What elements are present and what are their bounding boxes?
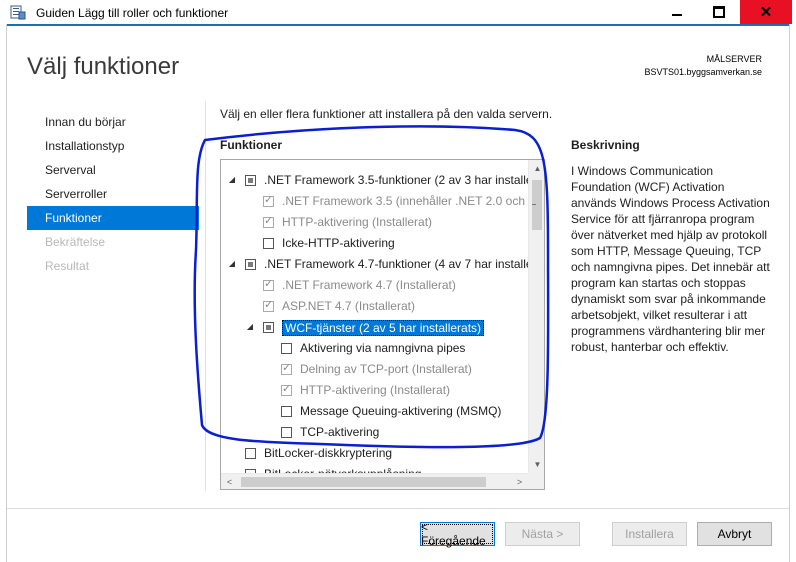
expand-collapse-icon[interactable]: ◢ <box>245 322 255 332</box>
features-header: Funktioner <box>220 138 282 152</box>
scrollbar-corner <box>528 473 544 489</box>
feature-checkbox[interactable] <box>281 343 292 354</box>
feature-label: ASP.NET 4.7 (Installerat) <box>282 299 415 313</box>
title-bar: Guiden Lägg till roller och funktioner ✕ <box>0 0 796 26</box>
horizontal-scroll-thumb[interactable] <box>241 477 486 487</box>
description-text: I Windows Communication Foundation (WCF)… <box>571 164 770 354</box>
feature-row[interactable]: Aktivering via namngivna pipes <box>221 338 528 359</box>
install-button: Installera <box>612 522 687 546</box>
nav-item-server-selection[interactable]: Serverval <box>27 158 199 182</box>
close-button[interactable]: ✕ <box>740 0 792 24</box>
scroll-grip <box>532 204 536 205</box>
nav-item-server-roles[interactable]: Serverroller <box>27 182 199 206</box>
vertical-scrollbar[interactable]: ▲ ▼ <box>528 160 544 473</box>
features-tree[interactable]: ◢ .NET Framework 3.5-funktioner (2 av 3 h… <box>220 159 545 490</box>
feature-label: HTTP-aktivering (Installerat) <box>282 215 433 229</box>
maximize-button[interactable] <box>698 0 740 24</box>
scroll-left-icon[interactable]: < <box>221 474 238 489</box>
minimize-button[interactable] <box>656 0 698 24</box>
feature-row[interactable]: ◢ .NET Framework 4.7-funktioner (4 av 7 h… <box>221 254 528 275</box>
feature-row[interactable]: .NET Framework 3.5 (innehåller .NET 2.0 … <box>221 191 528 212</box>
nav-item-results: Resultat <box>45 259 90 273</box>
expand-collapse-icon[interactable]: ◢ <box>227 175 237 185</box>
feature-row[interactable]: Delning av TCP-port (Installerat) <box>221 359 528 380</box>
feature-label: Delning av TCP-port (Installerat) <box>300 362 472 376</box>
feature-row[interactable]: BitLocker-diskkryptering <box>221 443 528 464</box>
feature-row[interactable]: ◢ .NET Framework 3.5-funktioner (2 av 3 h… <box>221 170 528 191</box>
feature-label: HTTP-aktivering (Installerat) <box>300 383 451 397</box>
nav-item-before-you-begin[interactable]: Innan du börjar <box>27 110 199 134</box>
server-manager-icon <box>10 5 26 20</box>
nav-item-features[interactable]: Funktioner <box>27 206 199 230</box>
feature-row[interactable]: .NET Framework 4.7 (Installerat) <box>221 275 528 296</box>
feature-checkbox[interactable] <box>263 322 274 333</box>
previous-button[interactable]: < Föregående <box>420 520 495 548</box>
target-server-label: MÅLSERVER <box>706 54 762 64</box>
feature-label: .NET Framework 3.5 (innehåller .NET 2.0 … <box>282 194 528 208</box>
maximize-icon <box>713 6 725 18</box>
page-title: Välj funktioner <box>27 53 180 80</box>
wizard-navigation: Innan du börjar Installationstyp Serverv… <box>27 110 199 278</box>
scroll-down-icon[interactable]: ▼ <box>529 456 544 473</box>
feature-checkbox <box>281 361 292 375</box>
feature-checkbox[interactable] <box>281 406 292 417</box>
feature-label: .NET Framework 4.7-funktioner (4 av 7 ha… <box>264 257 528 271</box>
expand-collapse-icon[interactable]: ◢ <box>227 259 237 269</box>
feature-checkbox <box>263 193 274 207</box>
feature-label: WCF-tjänster (2 av 5 har installerats) <box>282 320 485 336</box>
feature-checkbox[interactable] <box>245 259 256 270</box>
instruction-text: Välj en eller flera funktioner att insta… <box>220 107 553 121</box>
feature-row[interactable]: Icke-HTTP-aktivering <box>221 233 528 254</box>
nav-item-confirmation: Bekräftelse <box>45 235 106 249</box>
feature-label: .NET Framework 4.7 (Installerat) <box>282 278 456 292</box>
close-icon: ✕ <box>759 3 773 21</box>
feature-row[interactable]: ASP.NET 4.7 (Installerat) <box>221 296 528 317</box>
feature-label: Icke-HTTP-aktivering <box>282 236 395 250</box>
feature-checkbox <box>263 298 274 312</box>
nav-item-installation-type[interactable]: Installationstyp <box>27 134 199 158</box>
window-title: Guiden Lägg till roller och funktioner <box>36 6 229 20</box>
scroll-thumb[interactable] <box>532 180 542 230</box>
feature-label: TCP-aktivering <box>300 425 380 439</box>
feature-row[interactable]: Message Queuing-aktivering (MSMQ) <box>221 401 528 422</box>
feature-label: Aktivering via namngivna pipes <box>300 341 466 355</box>
features-tree-content: ◢ .NET Framework 3.5-funktioner (2 av 3 h… <box>221 160 528 473</box>
nav-divider <box>205 101 206 491</box>
feature-row[interactable]: HTTP-aktivering (Installerat) <box>221 212 528 233</box>
feature-checkbox[interactable] <box>263 238 274 249</box>
scroll-up-icon[interactable]: ▲ <box>529 160 544 177</box>
feature-checkbox <box>281 382 292 396</box>
window-frame-left <box>0 24 7 562</box>
feature-checkbox <box>263 277 274 291</box>
next-button: Nästa > <box>505 522 580 546</box>
feature-row[interactable]: HTTP-aktivering (Installerat) <box>221 380 528 401</box>
target-server-name: BSVTS01.byggsamverkan.se <box>644 67 762 77</box>
feature-row[interactable]: TCP-aktivering <box>221 422 528 443</box>
feature-checkbox[interactable] <box>245 175 256 186</box>
cancel-button[interactable]: Avbryt <box>697 522 772 546</box>
feature-label: Message Queuing-aktivering (MSMQ) <box>300 404 502 418</box>
feature-row[interactable]: BitLocker-nätverksupplåsning <box>221 464 528 473</box>
feature-label: BitLocker-diskkryptering <box>264 446 393 460</box>
window-frame-right <box>789 24 796 562</box>
minimize-icon <box>672 14 682 16</box>
description-header: Beskrivning <box>571 138 640 152</box>
feature-row[interactable]: ◢ WCF-tjänster (2 av 5 har installerats) <box>221 317 528 338</box>
footer-separator <box>7 508 789 509</box>
horizontal-scrollbar[interactable]: < > <box>221 473 528 489</box>
scroll-right-icon[interactable]: > <box>511 474 528 489</box>
window-frame-top <box>0 24 796 26</box>
feature-checkbox[interactable] <box>281 427 292 438</box>
feature-checkbox[interactable] <box>245 448 256 459</box>
feature-checkbox <box>263 214 274 228</box>
feature-label: .NET Framework 3.5-funktioner (2 av 3 ha… <box>264 173 528 187</box>
